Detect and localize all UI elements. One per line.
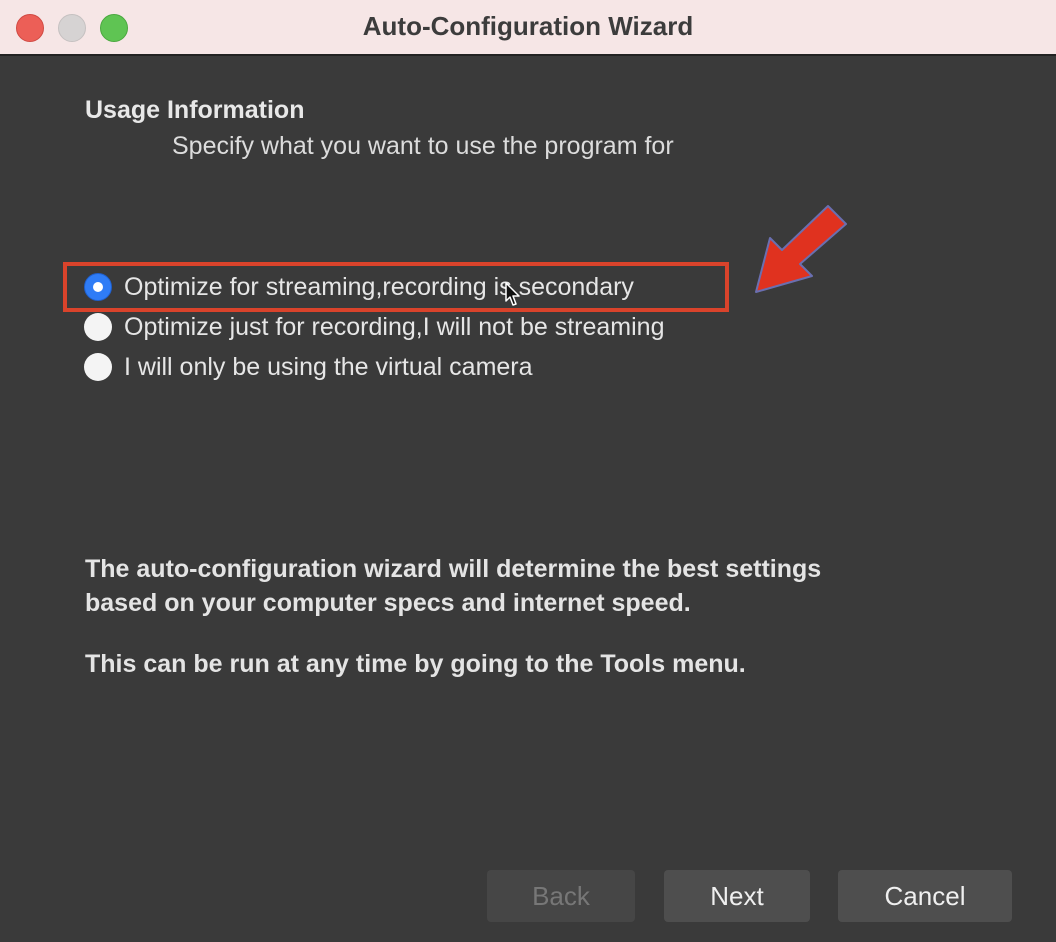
next-button[interactable]: Next	[664, 870, 810, 922]
info-text-line-1: The auto-configuration wizard will deter…	[85, 555, 822, 583]
title-bar: Auto-Configuration Wizard	[0, 0, 1056, 56]
option-virtual-camera-label[interactable]: I will only be using the virtual camera	[124, 353, 533, 382]
wizard-window: Auto-Configuration Wizard Usage Informat…	[0, 0, 1056, 942]
info-text-line-3: This can be run at any time by going to …	[85, 650, 746, 678]
radio-virtual-camera[interactable]	[84, 353, 112, 381]
page-subheading: Specify what you want to use the program…	[172, 132, 674, 160]
option-virtual-camera[interactable]: I will only be using the virtual camera	[84, 350, 533, 384]
window-title: Auto-Configuration Wizard	[362, 11, 694, 41]
radio-recording[interactable]	[84, 313, 112, 341]
info-text-line-2: based on your computer specs and interne…	[85, 589, 691, 617]
option-recording-label[interactable]: Optimize just for recording,I will not b…	[124, 313, 665, 342]
back-button[interactable]: Back	[487, 870, 635, 922]
page-heading: Usage Information	[85, 96, 305, 124]
annotation-arrow-icon	[755, 205, 847, 293]
option-recording[interactable]: Optimize just for recording,I will not b…	[84, 310, 665, 344]
mouse-cursor-icon	[505, 282, 520, 306]
annotation-highlight-box	[63, 262, 729, 312]
cancel-button[interactable]: Cancel	[838, 870, 1012, 922]
